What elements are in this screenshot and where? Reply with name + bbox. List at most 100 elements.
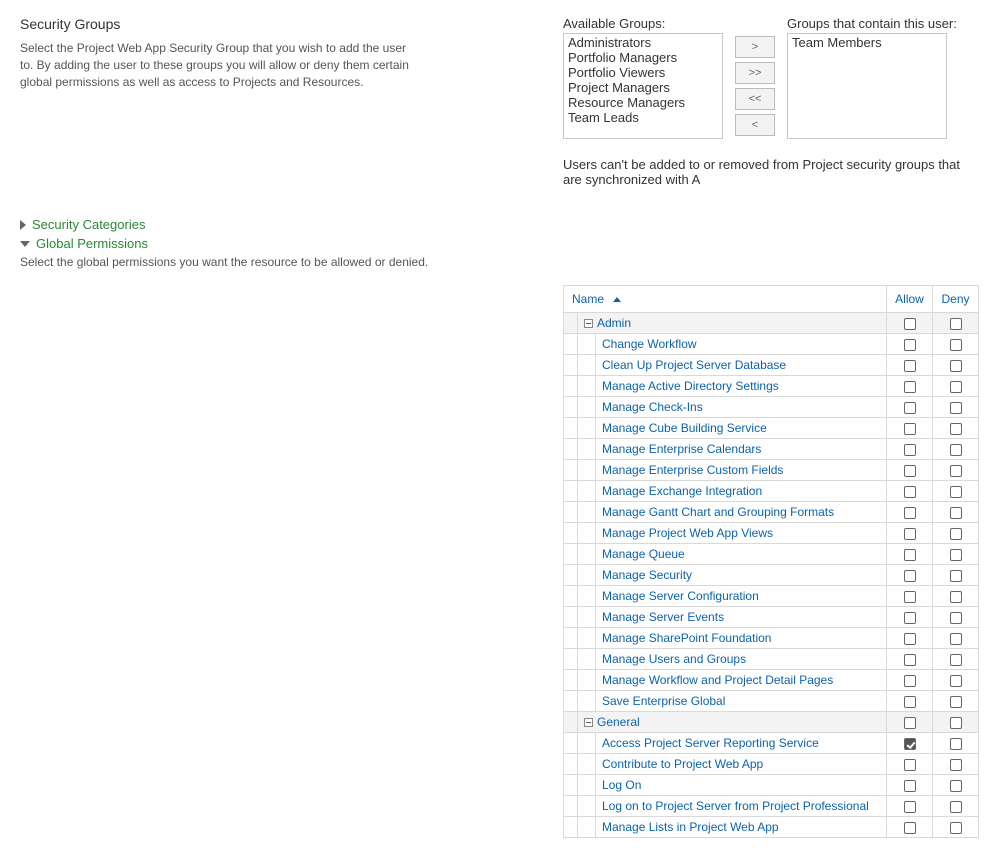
permission-link[interactable]: Contribute to Project Web App xyxy=(602,757,763,771)
allow-checkbox[interactable] xyxy=(904,360,916,372)
allow-checkbox[interactable] xyxy=(904,612,916,624)
deny-checkbox[interactable] xyxy=(950,339,962,351)
allow-checkbox[interactable] xyxy=(904,549,916,561)
allow-checkbox[interactable] xyxy=(904,654,916,666)
deny-checkbox[interactable] xyxy=(950,402,962,414)
permission-link[interactable]: Change Workflow xyxy=(602,337,697,351)
allow-checkbox[interactable] xyxy=(904,780,916,792)
deny-checkbox[interactable] xyxy=(950,381,962,393)
available-groups-list[interactable]: AdministratorsPortfolio ManagersPortfoli… xyxy=(563,33,723,139)
deny-checkbox[interactable] xyxy=(950,360,962,372)
deny-checkbox[interactable] xyxy=(950,444,962,456)
deny-checkbox[interactable] xyxy=(950,738,962,750)
allow-checkbox[interactable] xyxy=(904,402,916,414)
available-group-option[interactable]: Project Managers xyxy=(564,80,722,95)
permission-link[interactable]: Manage Check-Ins xyxy=(602,400,703,414)
permission-link[interactable]: Manage Exchange Integration xyxy=(602,484,762,498)
permission-link[interactable]: Manage Active Directory Settings xyxy=(602,379,779,393)
sync-note: Users can't be added to or removed from … xyxy=(563,157,979,187)
add-button[interactable]: > xyxy=(735,36,775,58)
available-group-option[interactable]: Portfolio Viewers xyxy=(564,65,722,80)
deny-checkbox[interactable] xyxy=(950,486,962,498)
available-group-option[interactable]: Resource Managers xyxy=(564,95,722,110)
deny-checkbox[interactable] xyxy=(950,801,962,813)
permission-link[interactable]: Manage Project Web App Views xyxy=(602,526,773,540)
deny-checkbox[interactable] xyxy=(950,612,962,624)
security-categories-toggle[interactable]: Security Categories xyxy=(20,217,979,232)
permission-link[interactable]: Manage SharePoint Foundation xyxy=(602,631,771,645)
allow-checkbox[interactable] xyxy=(904,675,916,687)
available-group-option[interactable]: Portfolio Managers xyxy=(564,50,722,65)
available-group-option[interactable]: Team Leads xyxy=(564,110,722,125)
allow-column-header[interactable]: Allow xyxy=(887,286,933,313)
permission-link[interactable]: Manage Enterprise Custom Fields xyxy=(602,463,783,477)
permission-link[interactable]: Log on to Project Server from Project Pr… xyxy=(602,799,869,813)
permission-link[interactable]: Save Enterprise Global xyxy=(602,694,725,708)
deny-checkbox[interactable] xyxy=(950,654,962,666)
deny-checkbox[interactable] xyxy=(950,822,962,834)
deny-checkbox[interactable] xyxy=(950,507,962,519)
deny-checkbox[interactable] xyxy=(950,465,962,477)
collapse-icon[interactable] xyxy=(584,718,593,727)
group-allow-checkbox[interactable] xyxy=(904,318,916,330)
remove-button[interactable]: < xyxy=(735,114,775,136)
allow-checkbox[interactable] xyxy=(904,465,916,477)
available-group-option[interactable]: Administrators xyxy=(564,35,722,50)
permission-link[interactable]: Log On xyxy=(602,778,641,792)
deny-column-header[interactable]: Deny xyxy=(933,286,979,313)
allow-checkbox[interactable] xyxy=(904,633,916,645)
group-name-cell[interactable]: General xyxy=(578,712,887,733)
global-permissions-toggle[interactable]: Global Permissions xyxy=(20,236,979,251)
permission-row: Manage Gantt Chart and Grouping Formats xyxy=(564,502,979,523)
allow-checkbox[interactable] xyxy=(904,507,916,519)
deny-checkbox[interactable] xyxy=(950,633,962,645)
deny-checkbox[interactable] xyxy=(950,696,962,708)
allow-checkbox[interactable] xyxy=(904,801,916,813)
permission-link[interactable]: Manage Users and Groups xyxy=(602,652,746,666)
allow-checkbox[interactable] xyxy=(904,381,916,393)
allow-checkbox[interactable] xyxy=(904,822,916,834)
permission-link[interactable]: Manage Cube Building Service xyxy=(602,421,767,435)
deny-checkbox[interactable] xyxy=(950,570,962,582)
allow-checkbox[interactable] xyxy=(904,738,916,750)
group-name-cell[interactable]: Admin xyxy=(578,313,887,334)
permission-row: Manage SharePoint Foundation xyxy=(564,628,979,649)
sort-asc-icon xyxy=(613,297,621,302)
allow-checkbox[interactable] xyxy=(904,423,916,435)
group-allow-checkbox[interactable] xyxy=(904,717,916,729)
allow-checkbox[interactable] xyxy=(904,339,916,351)
contain-group-option[interactable]: Team Members xyxy=(788,35,946,50)
remove-all-button[interactable]: << xyxy=(735,88,775,110)
group-deny-checkbox[interactable] xyxy=(950,318,962,330)
deny-checkbox[interactable] xyxy=(950,591,962,603)
permission-link[interactable]: Manage Enterprise Calendars xyxy=(602,442,761,456)
permission-link[interactable]: Manage Lists in Project Web App xyxy=(602,820,779,834)
deny-checkbox[interactable] xyxy=(950,759,962,771)
collapse-icon[interactable] xyxy=(584,319,593,328)
allow-checkbox[interactable] xyxy=(904,591,916,603)
name-column-header[interactable]: Name xyxy=(564,286,887,313)
group-deny-checkbox[interactable] xyxy=(950,717,962,729)
permission-link[interactable]: Manage Server Configuration xyxy=(602,589,759,603)
deny-checkbox[interactable] xyxy=(950,528,962,540)
permission-row: Change Workflow xyxy=(564,334,979,355)
permission-link[interactable]: Manage Workflow and Project Detail Pages xyxy=(602,673,833,687)
permission-link[interactable]: Access Project Server Reporting Service xyxy=(602,736,819,750)
allow-checkbox[interactable] xyxy=(904,486,916,498)
deny-checkbox[interactable] xyxy=(950,675,962,687)
allow-checkbox[interactable] xyxy=(904,528,916,540)
deny-checkbox[interactable] xyxy=(950,780,962,792)
allow-checkbox[interactable] xyxy=(904,696,916,708)
permission-link[interactable]: Manage Security xyxy=(602,568,692,582)
permission-link[interactable]: Manage Server Events xyxy=(602,610,724,624)
add-all-button[interactable]: >> xyxy=(735,62,775,84)
permission-link[interactable]: Manage Queue xyxy=(602,547,685,561)
permission-link[interactable]: Manage Gantt Chart and Grouping Formats xyxy=(602,505,834,519)
allow-checkbox[interactable] xyxy=(904,570,916,582)
contain-groups-list[interactable]: Team Members xyxy=(787,33,947,139)
deny-checkbox[interactable] xyxy=(950,423,962,435)
permission-link[interactable]: Clean Up Project Server Database xyxy=(602,358,786,372)
deny-checkbox[interactable] xyxy=(950,549,962,561)
allow-checkbox[interactable] xyxy=(904,444,916,456)
allow-checkbox[interactable] xyxy=(904,759,916,771)
